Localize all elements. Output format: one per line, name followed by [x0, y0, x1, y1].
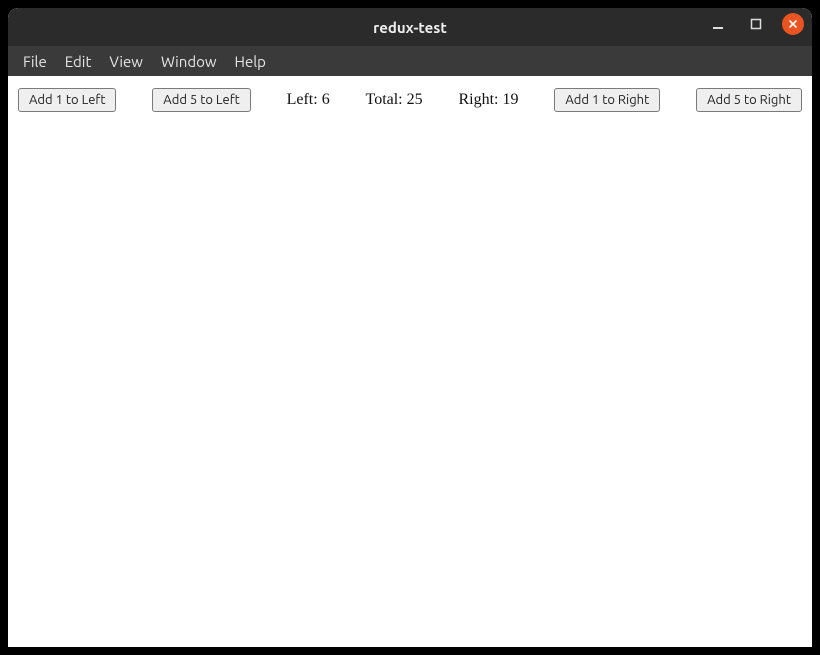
menu-view[interactable]: View [100, 49, 152, 74]
minimize-button[interactable] [706, 12, 730, 36]
counter-row: Add 1 to Left Add 5 to Left Left: 6 Tota… [18, 88, 802, 112]
add-5-right-button[interactable]: Add 5 to Right [696, 88, 802, 112]
menu-file[interactable]: File [14, 49, 56, 74]
add-5-left-button[interactable]: Add 5 to Left [152, 88, 250, 112]
menu-edit[interactable]: Edit [56, 49, 101, 74]
minimize-icon [712, 18, 724, 30]
content-area: Add 1 to Left Add 5 to Left Left: 6 Tota… [8, 76, 812, 647]
close-icon [788, 19, 798, 29]
total-counter: Total: 25 [366, 91, 423, 109]
menu-help[interactable]: Help [226, 49, 275, 74]
maximize-button[interactable] [744, 12, 768, 36]
window-controls [706, 12, 804, 36]
close-button[interactable] [782, 13, 804, 35]
titlebar: redux-test [8, 8, 812, 46]
left-counter: Left: 6 [287, 91, 330, 109]
right-counter: Right: 19 [458, 91, 518, 109]
add-1-right-button[interactable]: Add 1 to Right [554, 88, 660, 112]
maximize-icon [750, 18, 762, 30]
menu-window[interactable]: Window [152, 49, 226, 74]
window-title: redux-test [8, 19, 812, 36]
add-1-left-button[interactable]: Add 1 to Left [18, 88, 116, 112]
menubar: File Edit View Window Help [8, 46, 812, 76]
app-window: redux-test File Edit View W [8, 8, 812, 647]
